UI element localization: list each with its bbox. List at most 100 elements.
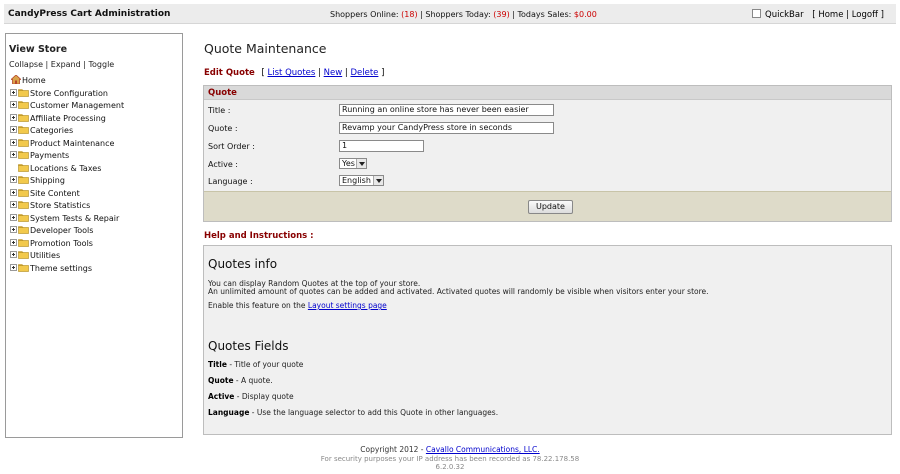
help-panel: Quotes info You can display Random Quote… bbox=[203, 245, 892, 435]
sidebar-item-label: Utilities bbox=[30, 251, 61, 260]
company-link[interactable]: Cavallo Communications, LLC. bbox=[426, 445, 540, 454]
quickbar-label: QuickBar bbox=[765, 10, 804, 20]
view-store-link[interactable]: View Store bbox=[9, 44, 67, 55]
quote-input[interactable]: Revamp your CandyPress store in seconds bbox=[339, 122, 554, 134]
sidebar-item-shipping[interactable]: Shipping bbox=[10, 175, 124, 188]
sidebar-item-system-tests-and-repair[interactable]: System Tests & Repair bbox=[10, 213, 124, 226]
expand-plus-icon[interactable] bbox=[10, 138, 17, 146]
expand-link[interactable]: Expand bbox=[51, 60, 81, 69]
folder-icon bbox=[18, 263, 29, 272]
toggle-link[interactable]: Toggle bbox=[88, 60, 114, 69]
sidebar-item-promotion-tools[interactable]: Promotion Tools bbox=[10, 238, 124, 251]
page-title: Quote Maintenance bbox=[204, 41, 327, 56]
sidebar-item-label: Theme settings bbox=[30, 263, 93, 273]
expand-plus-icon[interactable] bbox=[10, 238, 17, 246]
chevron-down-icon bbox=[373, 176, 383, 185]
sidebar-item-label: Developer Tools bbox=[30, 226, 94, 235]
new-quote-link[interactable]: New bbox=[324, 68, 343, 78]
sidebar-item-payments[interactable]: Payments bbox=[10, 150, 124, 163]
expand-plus-icon[interactable] bbox=[10, 201, 17, 208]
quote-form: Quote Title : Running an online store ha… bbox=[203, 85, 892, 222]
expand-plus-icon[interactable] bbox=[10, 101, 17, 108]
title-input[interactable]: Running an online store has never been e… bbox=[339, 104, 554, 116]
sidebar-item-store-configuration[interactable]: Store Configuration bbox=[10, 88, 124, 101]
help-title: Help and Instructions : bbox=[204, 231, 314, 241]
sidebar: View Store Collapse | Expand | Toggle Ho… bbox=[5, 33, 183, 438]
delete-quote-link[interactable]: Delete bbox=[350, 68, 378, 78]
expand-plus-icon[interactable] bbox=[10, 88, 17, 96]
field-desc-quote: Quote - A quote. bbox=[208, 376, 273, 385]
expand-plus-icon[interactable] bbox=[10, 176, 17, 183]
sidebar-item-customer-management[interactable]: Customer Management bbox=[10, 100, 124, 113]
info-line-2: An unlimited amount of quotes can be add… bbox=[208, 287, 709, 296]
sidebar-item-utilities[interactable]: Utilities bbox=[10, 250, 124, 263]
folder-icon bbox=[18, 101, 29, 109]
active-select[interactable]: Yes bbox=[339, 158, 367, 169]
copyright-text: Copyright 2012 - bbox=[360, 445, 424, 454]
expand-plus-icon[interactable] bbox=[10, 188, 17, 196]
edit-quote-label: Edit Quote bbox=[204, 68, 255, 78]
sidebar-item-categories[interactable]: Categories bbox=[10, 125, 124, 138]
folder-icon bbox=[18, 113, 29, 122]
nav-tree: Home Store Configuration Customer Managem… bbox=[10, 75, 124, 275]
expand-plus-icon[interactable] bbox=[10, 213, 17, 221]
title-label: Title : bbox=[208, 106, 231, 115]
sidebar-item-locations-and-taxes[interactable]: Locations & Taxes bbox=[10, 163, 124, 176]
sidebar-item-affiliate-processing[interactable]: Affiliate Processing bbox=[10, 113, 124, 126]
top-bar: CandyPress Cart Administration Shoppers … bbox=[4, 4, 896, 24]
sidebar-item-site-content[interactable]: Site Content bbox=[10, 188, 124, 201]
sidebar-item-product-maintenance[interactable]: Product Maintenance bbox=[10, 138, 124, 151]
field-desc-active: Active - Display quote bbox=[208, 392, 294, 401]
expand-plus-icon[interactable] bbox=[10, 251, 17, 258]
security-note: For security purposes your IP address ha… bbox=[320, 454, 580, 463]
sort-order-input[interactable]: 1 bbox=[339, 140, 424, 152]
sidebar-item-label: Site Content bbox=[30, 188, 80, 198]
quote-form-header: Quote bbox=[204, 86, 891, 100]
active-select-value: Yes bbox=[342, 159, 355, 168]
folder-icon bbox=[18, 188, 29, 197]
shoppers-today-label: Shoppers Today: bbox=[425, 10, 491, 19]
version-number: 6.2.0.32 bbox=[435, 463, 465, 471]
sidebar-item-label: Locations & Taxes bbox=[30, 163, 102, 173]
sidebar-item-theme-settings[interactable]: Theme settings bbox=[10, 263, 124, 276]
sort-order-label: Sort Order : bbox=[208, 142, 255, 151]
quickbar-checkbox[interactable] bbox=[752, 9, 762, 18]
top-links: QuickBar [ Home | Logoff ] bbox=[752, 9, 884, 20]
sidebar-item-label: Store Configuration bbox=[30, 88, 108, 98]
sidebar-item-label: Categories bbox=[30, 126, 74, 135]
home-link[interactable]: Home bbox=[818, 10, 843, 20]
chevron-down-icon bbox=[356, 159, 366, 168]
sidebar-item-label: Store Statistics bbox=[30, 201, 91, 210]
sidebar-item-label: System Tests & Repair bbox=[30, 213, 120, 223]
logoff-link[interactable]: Logoff bbox=[852, 10, 878, 20]
layout-settings-link[interactable]: Layout settings page bbox=[308, 301, 387, 310]
expand-plus-icon[interactable] bbox=[10, 151, 17, 158]
expand-plus-icon[interactable] bbox=[10, 113, 17, 121]
sidebar-item-label: Payments bbox=[30, 151, 70, 160]
sidebar-item-store-statistics[interactable]: Store Statistics bbox=[10, 200, 124, 213]
language-label: Language : bbox=[208, 177, 253, 186]
folder-icon bbox=[18, 138, 29, 147]
enable-feature-text: Enable this feature on the Layout settin… bbox=[208, 301, 387, 310]
collapse-link[interactable]: Collapse bbox=[9, 60, 43, 69]
expand-plus-icon[interactable] bbox=[10, 226, 17, 233]
folder-icon bbox=[18, 251, 29, 259]
todays-sales-label: Todays Sales: bbox=[517, 10, 572, 19]
expand-plus-icon[interactable] bbox=[10, 263, 17, 271]
sidebar-item-developer-tools[interactable]: Developer Tools bbox=[10, 225, 124, 238]
app-title: CandyPress Cart Administration bbox=[8, 9, 171, 19]
folder-icon bbox=[18, 201, 29, 209]
shoppers-today-value: (39) bbox=[493, 10, 510, 19]
home-icon bbox=[11, 75, 21, 84]
list-quotes-link[interactable]: List Quotes bbox=[268, 68, 316, 78]
tree-item-home[interactable]: Home bbox=[10, 75, 124, 88]
folder-icon bbox=[18, 238, 29, 247]
quote-subnav: Edit Quote [ List Quotes | New | Delete … bbox=[204, 68, 385, 78]
shoppers-online-value: (18) bbox=[401, 10, 418, 19]
update-button[interactable]: Update bbox=[528, 200, 573, 214]
language-select[interactable]: English bbox=[339, 175, 384, 186]
folder-icon bbox=[18, 213, 29, 222]
folder-icon bbox=[18, 151, 29, 159]
expand-plus-icon[interactable] bbox=[10, 126, 17, 133]
